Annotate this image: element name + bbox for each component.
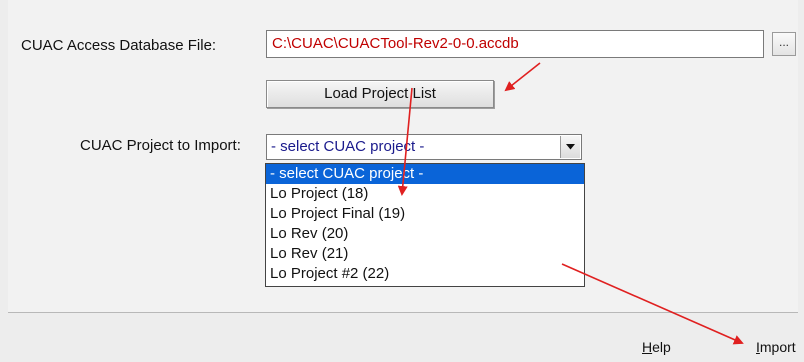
project-to-import-label: CUAC Project to Import: — [80, 137, 241, 154]
dropdown-arrow-button[interactable] — [560, 136, 580, 158]
import-button[interactable]: Import — [756, 339, 796, 355]
project-dropdown-list: - select CUAC project - Lo Project (18) … — [265, 163, 585, 287]
project-select-value: - select CUAC project - — [271, 138, 425, 155]
project-option[interactable]: - select CUAC project - — [266, 164, 584, 184]
help-button[interactable]: Help — [642, 339, 671, 355]
import-label: mport — [759, 339, 796, 355]
project-option[interactable]: Lo Project #2 (22) — [266, 264, 584, 284]
footer-bar — [8, 313, 798, 362]
project-option[interactable]: Lo Project Final (19) — [266, 204, 584, 224]
chevron-down-icon — [566, 144, 575, 150]
db-file-path-field[interactable]: C:\CUAC\CUACTool-Rev2-0-0.accdb — [266, 30, 764, 58]
load-project-list-button[interactable]: Load Project List — [266, 80, 494, 108]
help-mnemonic: H — [642, 339, 653, 355]
project-option[interactable]: Lo Rev (21) — [266, 244, 584, 264]
project-option[interactable]: Lo Rev (20) — [266, 224, 584, 244]
help-label: elp — [652, 339, 671, 355]
project-select[interactable]: - select CUAC project - — [266, 134, 582, 160]
project-option[interactable]: Lo Project (18) — [266, 184, 584, 204]
browse-button[interactable]: ... — [772, 32, 796, 56]
db-file-label: CUAC Access Database File: — [21, 37, 217, 54]
